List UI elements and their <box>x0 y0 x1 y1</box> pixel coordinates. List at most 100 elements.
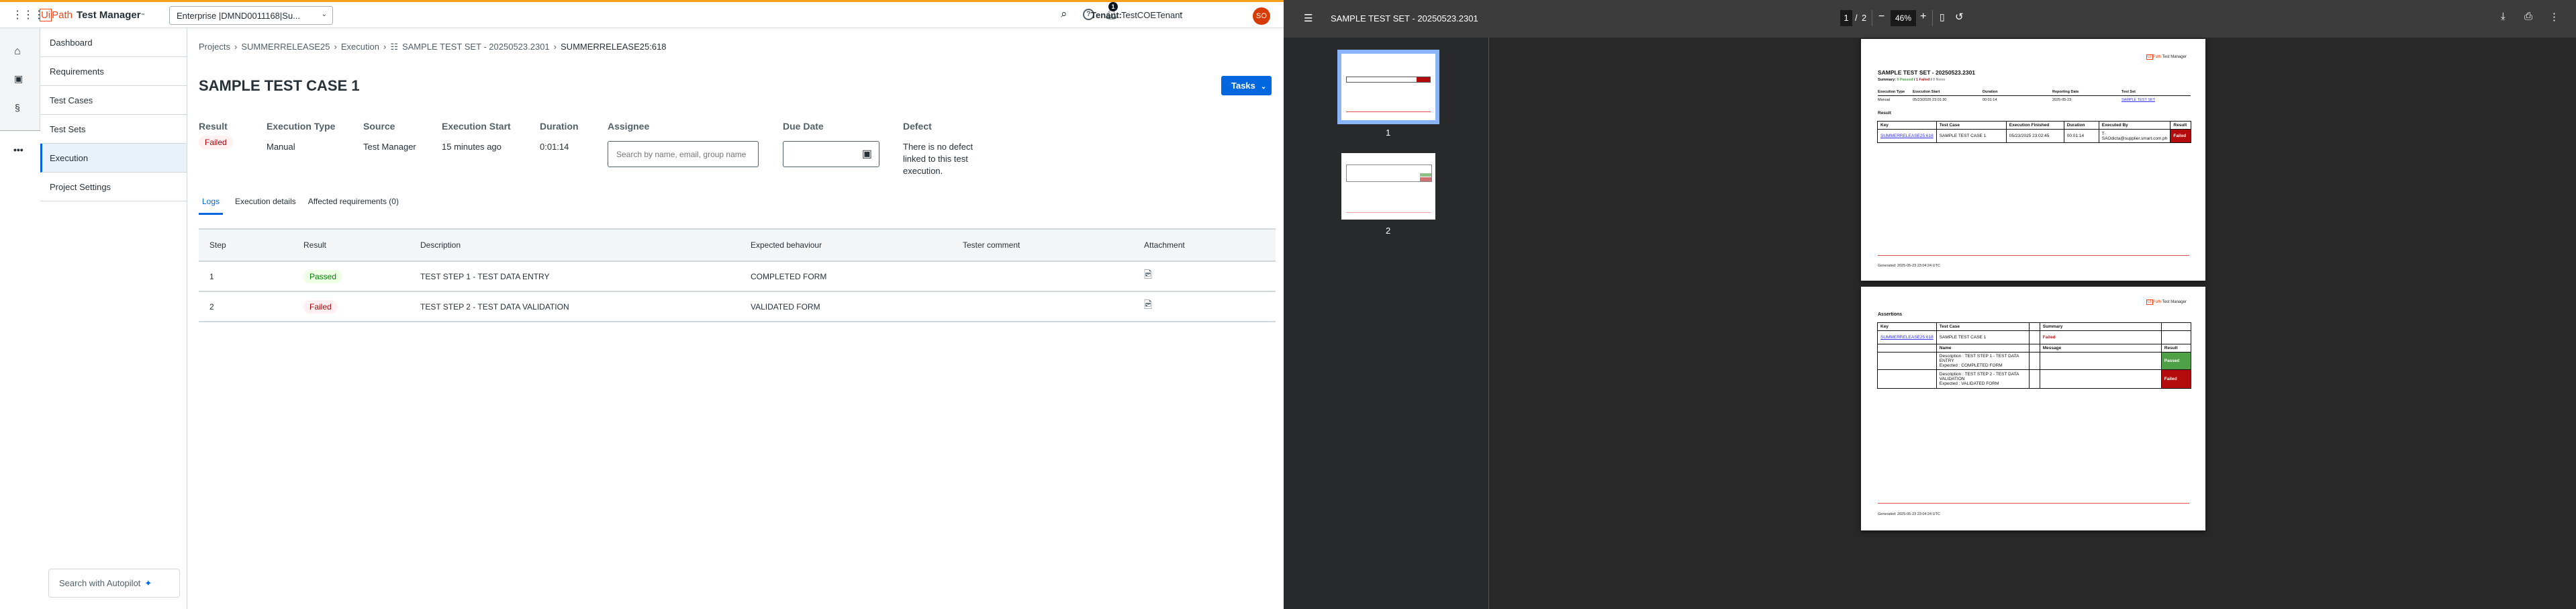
test-manager-app: ⋮⋮⋮ Ui Path Test Manager ™ Enterprise |DMN… <box>0 0 1284 609</box>
chevron-down-icon: ⌄ <box>321 11 327 18</box>
project-nav: Dashboard Requirements Test Cases Test S… <box>40 28 187 609</box>
chevron-down-icon[interactable]: ⌄ <box>1178 9 1184 16</box>
zoom-in-icon[interactable]: + <box>1920 11 1926 23</box>
pdf-generated: Generated: 2025-05-23 23:04:24 UTC <box>1878 264 1940 268</box>
logo[interactable]: Ui Path Test Manager ™ <box>40 9 145 21</box>
pdf-page-2: Ui Path Test Manager Assertions Key Test C… <box>1861 287 2205 530</box>
key-link[interactable]: SUMMERRELEASE25:618 <box>1877 330 1937 344</box>
avatar[interactable]: SO <box>1253 7 1270 25</box>
icon-rail: ⌂ ▣ § ••• <box>0 28 40 609</box>
tabs: Logs Execution details Affected requirem… <box>199 197 399 215</box>
breadcrumb-execution[interactable]: Execution <box>341 42 379 52</box>
step-number: 1 <box>199 261 293 292</box>
step-expected: COMPLETED FORM <box>740 261 952 292</box>
step-description: TEST STEP 2 - TEST DATA VALIDATION <box>410 291 740 322</box>
pdf-footer-line <box>1878 503 2189 504</box>
zoom-input[interactable]: 46% <box>1891 10 1916 26</box>
pdf-summary: Summary: 0 Passed / 1 Failed / 0 None <box>1878 78 1946 82</box>
result-badge: Passed <box>303 269 343 283</box>
breadcrumb-test-set[interactable]: SAMPLE TEST SET - 20250523.2301 <box>402 42 550 52</box>
calendar-icon[interactable]: ▣ <box>862 147 872 160</box>
thumbnail-page-1[interactable] <box>1337 50 1439 124</box>
page-title: SAMPLE TEST CASE 1 <box>199 77 360 94</box>
step-description: TEST STEP 1 - TEST DATA ENTRY <box>410 261 740 292</box>
zoom-out-icon[interactable]: − <box>1878 11 1885 23</box>
image-attachment-icon[interactable]: 🖻 <box>1144 269 1152 281</box>
pdf-info-headers: Execution Type Execution Start Duration Rep… <box>1878 90 2191 96</box>
home-icon[interactable]: ⌂ <box>14 46 21 58</box>
tenant-selector[interactable]: TestCOETenant <box>1121 10 1182 20</box>
col-step: Step <box>199 228 293 262</box>
tab-execution-details[interactable]: Execution details <box>235 197 296 215</box>
due-date-input[interactable]: ▣ <box>783 141 879 167</box>
thumb-passed-cell <box>1420 173 1431 177</box>
logs-table: Step Result Description Expected behavio… <box>199 228 1276 322</box>
pdf-logo: Ui Path Test Manager <box>2146 299 2187 305</box>
defect-label: Defect <box>903 121 932 132</box>
col-result: Result <box>293 228 410 262</box>
execution-start-value: 15 minutes ago <box>442 142 502 152</box>
nav-item-project-settings[interactable]: Project Settings <box>40 173 187 201</box>
nav-item-test-cases[interactable]: Test Cases <box>40 86 187 115</box>
pdf-assertions-table: Key Test Case Summary SUMMERRELEASE25:618 S… <box>1877 322 2192 389</box>
defect-text: There is no defect linked to this test e… <box>903 142 973 176</box>
chevron-right-icon: › <box>234 42 238 52</box>
key-link[interactable]: SUMMERRELEASE25:618 <box>1877 129 1937 143</box>
test-set-icon: ☷ <box>390 42 398 52</box>
tab-affected-requirements[interactable]: Affected requirements (0) <box>308 197 399 215</box>
product-name: Test Manager <box>77 9 141 21</box>
assignee-search-input[interactable] <box>608 141 759 167</box>
pdf-generated: Generated: 2025-05-23 23:04:24 UTC <box>1878 512 1940 516</box>
pdf-toolbar: ☰ SAMPLE TEST SET - 20250523.2301 1 / 2 … <box>1284 0 2576 38</box>
logo-path: Path <box>52 9 73 21</box>
tasks-button[interactable]: Tasks ⌄ <box>1221 76 1272 95</box>
download-icon[interactable]: ⤓ <box>2501 11 2506 22</box>
autopilot-sparkle-icon: ✦ <box>144 578 152 588</box>
pdf-logo: Ui Path Test Manager <box>2146 54 2187 60</box>
image-attachment-icon[interactable]: 🖻 <box>1144 299 1152 311</box>
breadcrumb-current: SUMMERRELEASE25:618 <box>561 42 667 52</box>
nav-item-execution[interactable]: Execution <box>40 144 187 173</box>
tester-comment <box>952 261 1133 292</box>
breadcrumb-projects[interactable]: Projects <box>199 42 230 52</box>
page-total: 2 <box>1862 13 1867 23</box>
nav-item-test-sets[interactable]: Test Sets <box>40 115 187 144</box>
execution-type-label: Execution Type <box>267 121 336 132</box>
table-row[interactable]: 1 Passed TEST STEP 1 - TEST DATA ENTRY C… <box>199 261 1276 292</box>
chevron-right-icon: › <box>553 42 557 52</box>
thumbnail-label: 1 <box>1386 128 1391 138</box>
fit-page-icon[interactable]: ▯ <box>1940 11 1945 23</box>
more-actions-icon[interactable]: ⋮ <box>2549 11 2559 23</box>
nav-item-dashboard[interactable]: Dashboard <box>40 28 187 57</box>
autopilot-label: Search with Autopilot <box>59 578 141 588</box>
test-manager-icon[interactable]: ▣ <box>14 73 23 85</box>
step-expected: VALIDATED FORM <box>740 291 952 322</box>
more-icon[interactable]: ••• <box>13 144 23 155</box>
execution-type-value: Manual <box>267 142 295 152</box>
rotate-icon[interactable]: ↺ <box>1955 11 1964 23</box>
menu-icon[interactable]: ☰ <box>1304 12 1313 24</box>
table-row[interactable]: 2 Failed TEST STEP 2 - TEST DATA VALIDAT… <box>199 291 1276 322</box>
page-number-input[interactable]: 1 <box>1840 10 1852 26</box>
result-badge: Failed <box>199 136 233 149</box>
nav-item-requirements[interactable]: Requirements <box>40 57 187 86</box>
print-icon[interactable]: ⎙ <box>2524 11 2532 22</box>
source-value: Test Manager <box>363 142 416 152</box>
org-selector[interactable]: Enterprise |DMND0011168|Su... ⌄ <box>169 6 333 25</box>
ai-search-icon[interactable]: ⌕ <box>1061 7 1067 21</box>
search-with-autopilot-button[interactable]: Search with Autopilot ✦ <box>48 569 180 598</box>
rail-lower: ••• <box>0 130 40 609</box>
pdf-title: SAMPLE TEST SET - 20250523.2301 <box>1331 13 1478 24</box>
tab-logs[interactable]: Logs <box>199 197 224 215</box>
breadcrumb-project[interactable]: SUMMERRELEASE25 <box>241 42 330 52</box>
process-icon[interactable]: § <box>15 102 20 113</box>
chevron-down-icon: ⌄ <box>1260 83 1267 91</box>
due-date-label: Due Date <box>783 121 824 132</box>
thumbnail-page-2[interactable] <box>1341 153 1435 220</box>
chevron-right-icon: › <box>334 42 337 52</box>
thumb-redline <box>1346 111 1431 112</box>
pdf-report-title: SAMPLE TEST SET - 20250523.2301 <box>1878 69 1976 76</box>
table-header-row: Step Result Description Expected behavio… <box>199 228 1276 262</box>
col-expected: Expected behaviour <box>740 228 952 262</box>
test-set-link[interactable]: SAMPLE TEST SET <box>2121 98 2155 102</box>
